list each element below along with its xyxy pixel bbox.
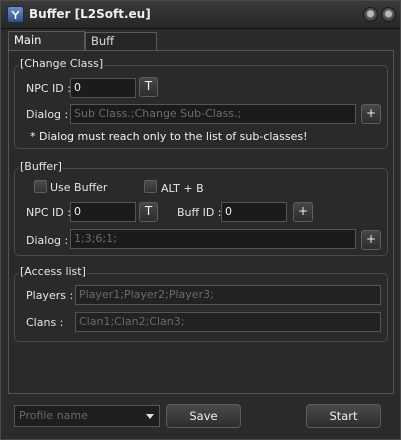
profile-name-placeholder: Profile name	[19, 409, 88, 422]
access-list-title: [Access list]	[19, 265, 87, 278]
start-button[interactable]: Start	[306, 404, 381, 428]
buffer-window: Buffer [L2Soft.eu] Main settings Buff se…	[0, 0, 401, 440]
tab-buff-settings[interactable]: Buff settings	[85, 32, 157, 65]
buffer-title: [Buffer]	[19, 160, 63, 173]
players-input[interactable]: Player1;Player2;Player3;	[75, 285, 381, 305]
alt-b-label: ALT + B	[161, 182, 204, 195]
buffer-npc-input[interactable]: 0	[70, 202, 136, 222]
buffer-npc-label: NPC ID :	[26, 206, 71, 219]
buff-id-input[interactable]: 0	[221, 202, 287, 222]
save-button[interactable]: Save	[166, 404, 241, 428]
use-buffer-checkbox[interactable]	[34, 180, 47, 193]
clans-label: Clans :	[26, 316, 64, 329]
buffer-target-button[interactable]: T	[139, 202, 158, 222]
players-label: Players :	[26, 289, 74, 302]
minimize-icon[interactable]	[363, 7, 378, 22]
buffer-dialog-add-button[interactable]: +	[361, 230, 381, 250]
change-class-dialog-label: Dialog :	[26, 108, 69, 121]
buffer-dialog-input[interactable]: 1;3;6;1;	[70, 229, 356, 249]
buff-id-add-button[interactable]: +	[293, 202, 313, 222]
clans-input[interactable]: Clan1;Clan2;Clan3;	[75, 312, 381, 332]
window-title: Buffer [L2Soft.eu]	[29, 7, 151, 21]
buffer-dialog-label: Dialog :	[26, 234, 69, 247]
tab-main-settings[interactable]: Main settings	[8, 31, 85, 64]
main-settings-panel: [Change Class] NPC ID : 0 T Dialog : Sub…	[8, 50, 394, 394]
change-class-add-button[interactable]: +	[361, 104, 381, 124]
buff-id-label: Buff ID :	[177, 206, 222, 219]
change-class-title: [Change Class]	[19, 57, 105, 70]
change-class-npc-label: NPC ID :	[26, 82, 71, 95]
app-icon	[7, 6, 24, 23]
change-class-dialog-input[interactable]: Sub Class.;Change Sub-Class.;	[70, 104, 356, 124]
use-buffer-label: Use Buffer	[50, 181, 108, 194]
dropdown-arrow-icon[interactable]	[146, 414, 154, 419]
titlebar[interactable]: Buffer [L2Soft.eu]	[1, 1, 400, 29]
profile-name-select[interactable]: Profile name	[14, 405, 160, 427]
change-class-note: * Dialog must reach only to the list of …	[30, 130, 308, 143]
close-icon[interactable]	[381, 7, 396, 22]
change-class-npc-input[interactable]: 0	[70, 78, 136, 98]
alt-b-checkbox[interactable]	[144, 180, 157, 193]
change-class-target-button[interactable]: T	[139, 77, 158, 97]
